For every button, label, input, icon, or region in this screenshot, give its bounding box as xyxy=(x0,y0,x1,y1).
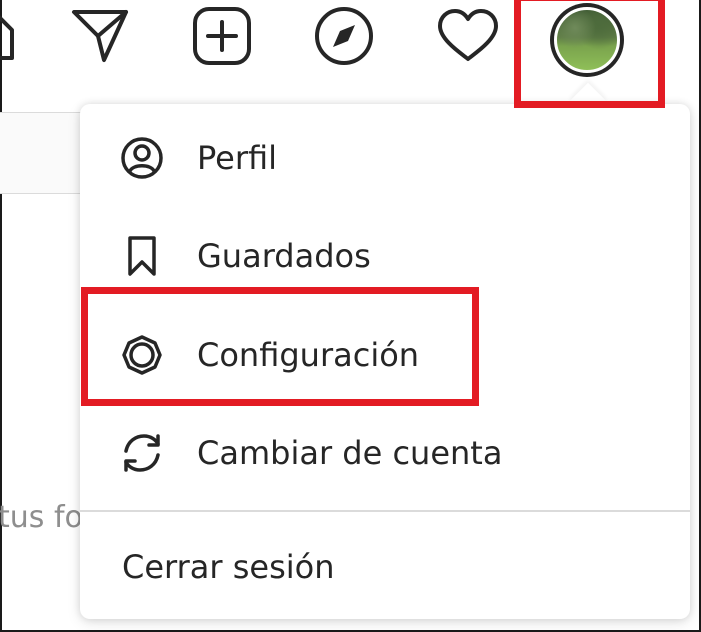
menu-item-label: Perfil xyxy=(197,139,278,177)
bookmark-icon xyxy=(120,234,164,278)
logout-label: Cerrar sesión xyxy=(122,547,335,586)
profile-avatar[interactable] xyxy=(550,3,624,77)
new-post-icon[interactable] xyxy=(191,5,253,67)
frame-border-left xyxy=(0,0,2,632)
home-icon[interactable] xyxy=(0,10,14,62)
profile-icon xyxy=(120,136,164,180)
switch-account-icon xyxy=(120,431,164,475)
menu-item-cambiar-cuenta[interactable]: Cambiar de cuenta xyxy=(80,413,690,493)
explore-icon[interactable] xyxy=(313,5,375,67)
menu-item-perfil[interactable]: Perfil xyxy=(80,118,690,198)
background-panel xyxy=(0,112,90,194)
menu-item-guardados[interactable]: Guardados xyxy=(80,216,690,296)
background-text: tus fo xyxy=(0,500,83,535)
direct-messages-icon[interactable] xyxy=(70,6,130,64)
menu-item-label: Guardados xyxy=(197,237,371,275)
menu-item-label: Configuración xyxy=(197,336,420,374)
settings-gear-icon xyxy=(120,333,164,377)
activity-heart-icon[interactable] xyxy=(436,8,500,64)
menu-item-label: Cambiar de cuenta xyxy=(197,434,503,472)
avatar-image xyxy=(554,7,620,73)
menu-item-configuracion[interactable]: Configuración xyxy=(80,315,690,395)
menu-divider xyxy=(80,510,690,512)
profile-dropdown-menu: Perfil Guardados Configuración Cambiar d… xyxy=(80,104,690,619)
logout-button[interactable]: Cerrar sesión xyxy=(80,524,690,609)
